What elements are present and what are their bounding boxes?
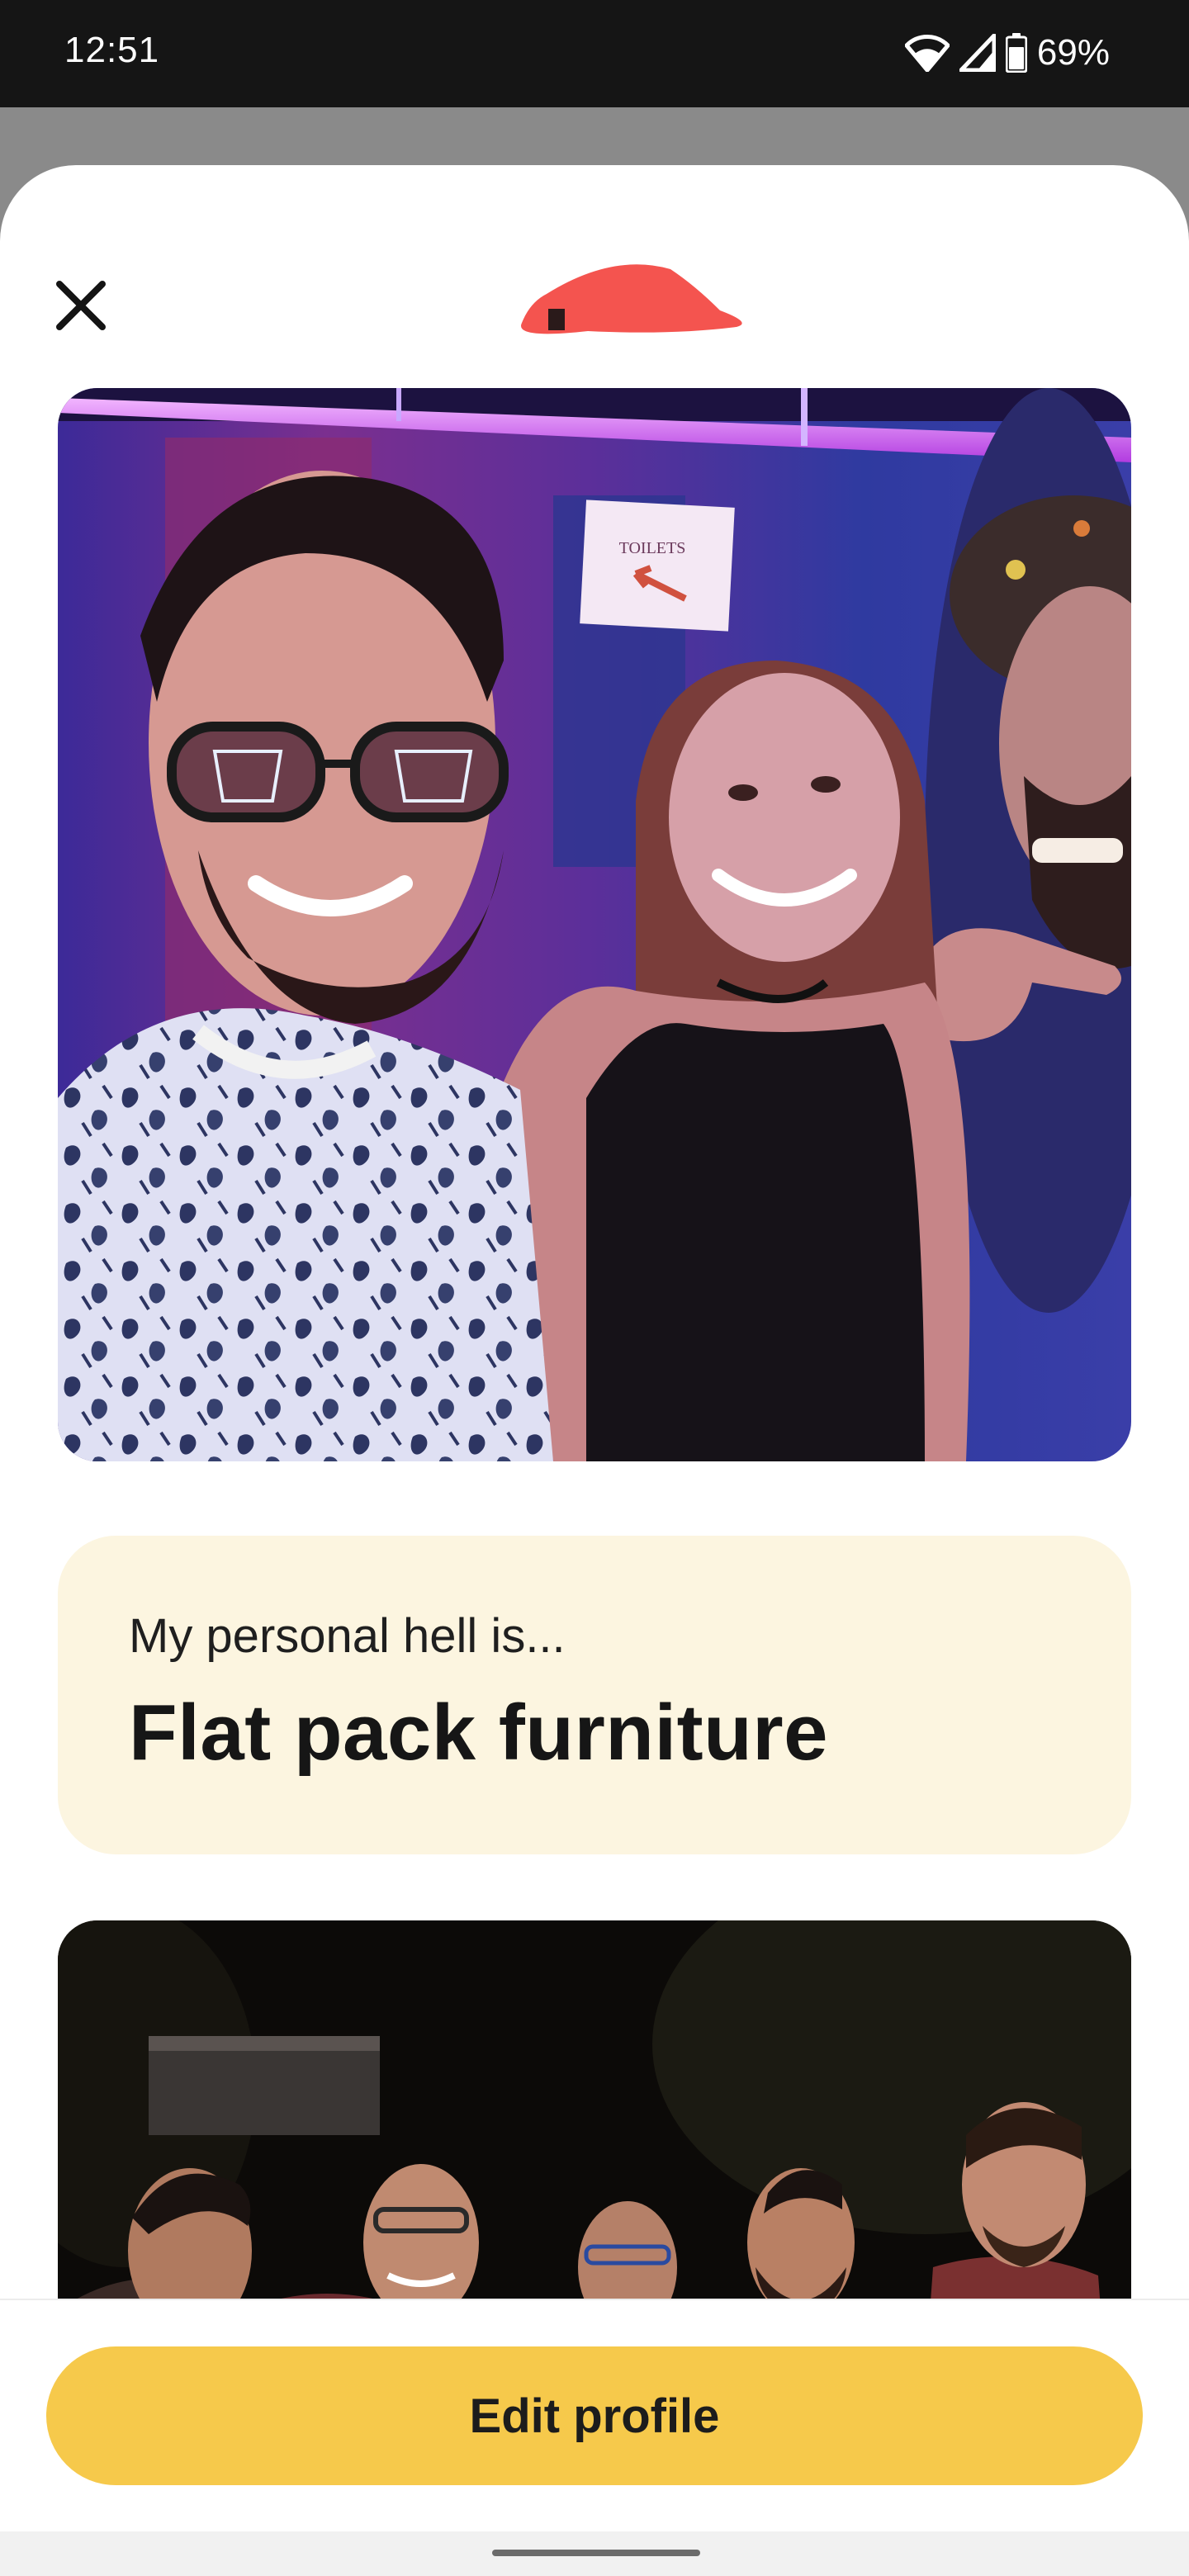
redacted-profile-name: [521, 264, 742, 334]
profile-content[interactable]: TOILETS My personal hell is... Flat pack…: [0, 165, 1189, 2312]
cell-signal-icon: [959, 34, 996, 72]
status-time: 12:51: [64, 30, 160, 70]
profile-photo-1: TOILETS: [58, 388, 1131, 1461]
sign-text: TOILETS: [619, 539, 686, 557]
edit-profile-button[interactable]: Edit profile: [46, 2346, 1143, 2485]
battery-icon: [1005, 33, 1027, 73]
close-icon: [56, 281, 106, 330]
group-night-photo: [58, 1920, 1131, 2312]
home-indicator[interactable]: [492, 2550, 700, 2556]
profile-preview-sheet: TOILETS My personal hell is... Flat pack…: [0, 165, 1189, 2543]
prompt-card: My personal hell is... Flat pack furnitu…: [58, 1536, 1131, 1854]
prompt-answer: Flat pack furniture: [129, 1688, 828, 1777]
gesture-nav-area: [0, 2531, 1189, 2576]
bottom-action-bar: Edit profile: [0, 2299, 1189, 2543]
group-selfie-photo: TOILETS: [58, 388, 1131, 1461]
status-bar: 12:51 69%: [0, 0, 1189, 107]
profile-photo-2: [58, 1920, 1131, 2312]
wifi-icon: [904, 35, 950, 72]
close-button[interactable]: [48, 272, 114, 339]
prompt-question: My personal hell is...: [129, 1609, 566, 1663]
battery-percentage: 69%: [1036, 32, 1110, 73]
status-icons: 69%: [904, 30, 1110, 76]
